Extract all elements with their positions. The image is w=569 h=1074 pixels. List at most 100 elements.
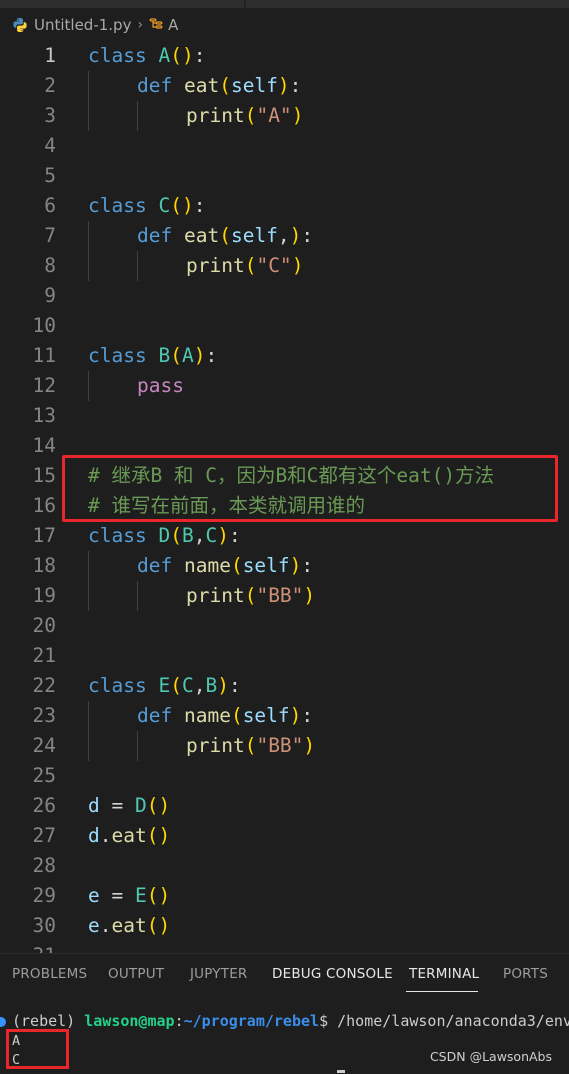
indent-guide — [88, 71, 89, 101]
terminal-prompt: (rebel) lawson@map:~/program/rebel$ /hom… — [12, 1012, 569, 1030]
active-tab-indicator — [406, 991, 478, 992]
code-token: class — [88, 344, 159, 367]
line-number: 16 — [32, 494, 56, 517]
code-line[interactable]: 17 class D(B,C): — [0, 521, 569, 551]
line-number: 11 — [32, 344, 56, 367]
code-line[interactable]: 2 def eat(self): — [0, 71, 569, 101]
code-text: def eat(self): — [137, 71, 301, 101]
code-token: : — [193, 194, 206, 217]
tab-terminal[interactable]: TERMINAL — [409, 966, 479, 982]
code-token: D — [134, 794, 147, 817]
code-line[interactable]: 6 class C(): — [0, 191, 569, 221]
user-host: lawson@map — [84, 1012, 175, 1030]
code-token: ( — [219, 74, 231, 97]
code-token: : — [193, 44, 206, 67]
chevron-right-icon: › — [137, 17, 144, 33]
code-token: self — [230, 74, 278, 97]
code-text: class B(A): — [88, 341, 217, 371]
code-line[interactable]: 10 — [0, 311, 569, 341]
code-line[interactable]: 23 def name(self): — [0, 701, 569, 731]
line-number: 7 — [44, 224, 56, 247]
editor-tab[interactable] — [0, 0, 245, 8]
code-text: e = E() — [88, 881, 170, 911]
code-line[interactable]: 20 — [0, 611, 569, 641]
code-line[interactable]: 18 def name(self): — [0, 551, 569, 581]
panel-tab-bar: PROBLEMS OUTPUT JUPYTER DEBUG CONSOLE TE… — [0, 953, 569, 995]
code-text: print("BB") — [186, 581, 315, 611]
code-editor[interactable]: 1 class A(): 2 def eat(self): 3 print("A") 4 5 6… — [0, 41, 569, 953]
code-line[interactable]: 19 print("BB") — [0, 581, 569, 611]
code-line[interactable]: 15 # 继承B 和 C，因为B和C都有这个eat()方法 — [0, 461, 569, 491]
code-line[interactable]: 4 — [0, 131, 569, 161]
line-number: 5 — [44, 164, 56, 187]
code-token: print — [186, 104, 245, 127]
code-line[interactable]: 3 print("A") — [0, 101, 569, 131]
code-line[interactable]: 22 class E(C,B): — [0, 671, 569, 701]
indent-guide — [137, 731, 138, 761]
line-number: 14 — [32, 434, 56, 457]
code-token: ( — [244, 254, 257, 277]
tab-ports[interactable]: PORTS — [503, 966, 548, 982]
code-line[interactable]: 24 print("BB") — [0, 731, 569, 761]
code-line[interactable]: 1 class A(): — [0, 41, 569, 71]
code-token: print — [186, 734, 245, 757]
code-token: def — [137, 74, 184, 97]
tab-jupyter[interactable]: JUPYTER — [190, 966, 248, 982]
code-line[interactable]: 21 — [0, 641, 569, 671]
code-line[interactable]: 7 def eat(self,): — [0, 221, 569, 251]
code-line[interactable]: 27 d.eat() — [0, 821, 569, 851]
line-number: 13 — [32, 404, 56, 427]
watermark: CSDN @LawsonAbs — [429, 1049, 552, 1064]
tab-debug-console[interactable]: DEBUG CONSOLE — [272, 966, 393, 982]
code-token: ( — [170, 674, 182, 697]
code-text: def name(self): — [137, 701, 313, 731]
code-line[interactable]: 12 pass — [0, 371, 569, 401]
cwd-path: ~/program/rebel — [183, 1012, 320, 1030]
code-line[interactable]: 28 — [0, 851, 569, 881]
tab-output[interactable]: OUTPUT — [108, 966, 164, 982]
code-token: class — [88, 524, 159, 547]
code-token: pass — [137, 374, 184, 397]
code-token: () — [146, 824, 171, 847]
code-token: eat — [111, 824, 147, 847]
code-text: def eat(self,): — [137, 221, 313, 251]
indent-guide — [88, 731, 89, 761]
tab-problems[interactable]: PROBLEMS — [12, 966, 87, 982]
code-token: self — [242, 704, 290, 727]
code-line[interactable]: 30 e.eat() — [0, 911, 569, 941]
code-token: "C" — [256, 254, 292, 277]
class-symbol-icon — [149, 16, 164, 34]
code-token: "BB" — [256, 734, 304, 757]
code-line[interactable]: 14 — [0, 431, 569, 461]
line-number: 29 — [32, 884, 56, 907]
code-line[interactable]: 25 — [0, 761, 569, 791]
code-token: def — [137, 554, 184, 577]
code-line[interactable]: 16 # 谁写在前面，本类就调用谁的 — [0, 491, 569, 521]
code-line[interactable]: 26 d = D() — [0, 791, 569, 821]
code-token: B — [158, 344, 171, 367]
code-line[interactable]: 11 class B(A): — [0, 341, 569, 371]
code-line[interactable]: 13 — [0, 401, 569, 431]
code-token: E — [158, 674, 171, 697]
code-line[interactable]: 8 print("C") — [0, 251, 569, 281]
command-decoration-icon — [0, 1017, 6, 1027]
terminal[interactable]: (rebel) lawson@map:~/program/rebel$ /hom… — [0, 995, 569, 1074]
code-line[interactable]: 9 — [0, 281, 569, 311]
code-line[interactable]: 5 — [0, 161, 569, 191]
code-text: class A(): — [88, 41, 205, 71]
code-token: = — [99, 884, 135, 907]
code-token: name — [183, 704, 231, 727]
editor-tab[interactable] — [246, 0, 569, 8]
code-token: : — [301, 704, 314, 727]
code-line[interactable]: 31 — [0, 941, 569, 953]
breadcrumb-file[interactable]: Untitled-1.py — [34, 16, 131, 34]
line-number: 1 — [44, 44, 56, 67]
line-number: 12 — [32, 374, 56, 397]
code-token: ( — [230, 704, 243, 727]
code-token: eat — [183, 74, 220, 97]
code-text: def name(self): — [137, 551, 313, 581]
code-line[interactable]: 29 e = E() — [0, 881, 569, 911]
code-token: () — [146, 884, 171, 907]
breadcrumb-symbol[interactable]: A — [168, 16, 178, 34]
code-token: D — [158, 524, 171, 547]
